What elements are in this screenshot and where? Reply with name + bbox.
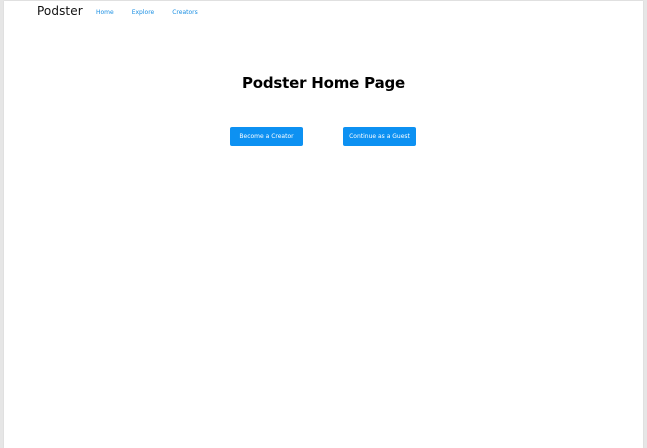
navbar: Podster Home Explore Creators [4,1,643,25]
page-title: Podster Home Page [241,74,406,92]
nav-link-explore[interactable]: Explore [132,9,155,16]
brand-logo[interactable]: Podster [37,4,83,18]
page: Podster Home Explore Creators Podster Ho… [4,1,643,448]
nav-links: Home Explore Creators [96,9,216,16]
become-creator-button[interactable]: Become a Creator [230,127,303,146]
nav-link-creators[interactable]: Creators [172,9,198,16]
nav-link-home[interactable]: Home [96,9,114,16]
continue-guest-button[interactable]: Continue as a Guest [343,127,416,146]
